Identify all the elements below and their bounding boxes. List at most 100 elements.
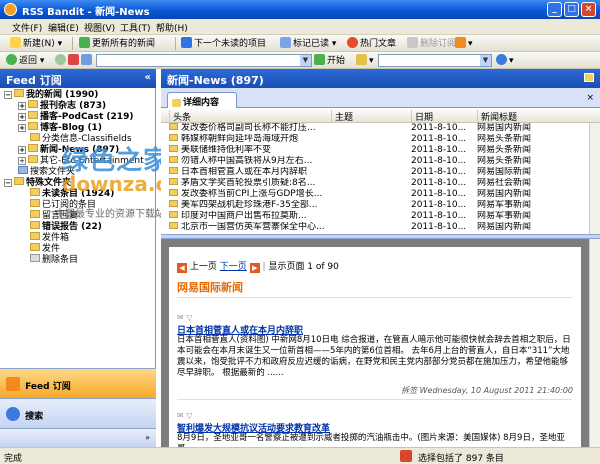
- news-item-icon: [169, 211, 178, 218]
- table-row[interactable]: 北京市一国营仿英军营寨保全中心... 2011-8-10... 网易国内新闻: [161, 222, 589, 233]
- collapse-toggle-icon[interactable]: −: [4, 91, 12, 99]
- tree-item[interactable]: 发件: [30, 243, 60, 254]
- tree-item[interactable]: + 报刊杂志 (873): [18, 100, 106, 111]
- news-item-icon: [169, 145, 178, 152]
- mark-read-button[interactable]: 标记已读 ▾: [280, 37, 336, 50]
- table-cell: 北京市一国营仿英军营寨保全中心...: [169, 222, 331, 233]
- news-panel: 新闻-News (897) 详细内容 × 头条 主题 日期 新闻标题 发改委价格…: [161, 69, 600, 447]
- expand-toggle-icon[interactable]: +: [18, 113, 26, 121]
- maximize-button[interactable]: □: [564, 2, 579, 17]
- search-engine-button[interactable]: ▾: [356, 54, 374, 67]
- forward-arrow-icon: [55, 54, 66, 65]
- minimize-button[interactable]: _: [547, 2, 562, 17]
- next-unread-button[interactable]: 下一个未读的项目: [181, 37, 266, 50]
- table-cell: 日本首相菅直人或在本月内辞职: [169, 167, 331, 178]
- column-date[interactable]: 日期: [411, 110, 477, 123]
- menu-tools[interactable]: 工具(T): [120, 21, 151, 34]
- close-button[interactable]: ×: [581, 2, 596, 17]
- chevron-down-icon[interactable]: »: [145, 433, 150, 442]
- back-button[interactable]: 返回 ▾: [6, 54, 44, 67]
- item-flag-icons[interactable]: ✉ ▽: [177, 411, 192, 420]
- chevron-down-icon[interactable]: ▼: [300, 55, 311, 66]
- news-item-icon: [169, 156, 178, 163]
- menu-file[interactable]: 文件(F): [12, 21, 42, 34]
- table-row[interactable]: 发改委称当前CPI上涨与GDP增长... 2011-8-10... 网易国内新闻: [161, 189, 589, 200]
- go-button[interactable]: 开始: [314, 54, 345, 67]
- table-row[interactable]: 勿错人称中国高铁将从9月左右... 2011-8-10... 网易头条新闻: [161, 156, 589, 167]
- menu-help[interactable]: 帮助(H): [156, 21, 188, 34]
- toolbar-separator: [175, 37, 176, 50]
- url-input[interactable]: ▼: [96, 54, 312, 67]
- news-list: 发改委价格司副司长称不能打压... 2011-8-10... 网易国内新闻 韩媒称朝鲜…: [161, 123, 600, 234]
- tree-item[interactable]: 发件箱: [30, 232, 69, 243]
- table-cell: 茅盾文学奖首轮投票引质疑:8名...: [169, 178, 331, 189]
- reader-scrollbar[interactable]: [589, 239, 600, 447]
- column-headline[interactable]: 头条: [169, 110, 331, 123]
- tab-close-icon[interactable]: ×: [586, 93, 594, 103]
- search-folder-icon: [18, 166, 28, 174]
- news-item-icon: [169, 178, 178, 185]
- item-flag-icons[interactable]: ✉ ▽: [177, 313, 192, 322]
- table-cell: 网易国内新闻: [477, 123, 532, 133]
- nav-options-bar[interactable]: »: [0, 428, 156, 447]
- expand-toggle-icon[interactable]: +: [18, 146, 26, 154]
- trash-icon: [30, 254, 40, 262]
- tree-item[interactable]: + 博客-Blog (1): [18, 122, 102, 133]
- expand-toggle-icon[interactable]: +: [18, 102, 26, 110]
- expand-toggle-icon[interactable]: +: [18, 124, 26, 132]
- table-cell: 网易头条新闻: [477, 156, 532, 166]
- refresh-all-button[interactable]: 更新所有的新闻: [79, 37, 155, 50]
- tree-item[interactable]: + 播客-PodCast (219): [18, 111, 133, 122]
- web-search-button[interactable]: ▾: [496, 54, 514, 67]
- forward-button[interactable]: [55, 54, 68, 67]
- table-row[interactable]: 发改委价格司副司长称不能打压... 2011-8-10... 网易国内新闻: [161, 123, 589, 134]
- news-item-icon: [169, 123, 178, 130]
- tree-item[interactable]: − 特殊文件夹: [4, 177, 71, 188]
- search-engine-icon: [356, 54, 367, 65]
- table-cell: 印度对中国商户出售布拉莫斯...: [169, 211, 331, 222]
- table-cell: 2011-8-10...: [411, 134, 467, 144]
- tree-item[interactable]: 删除条目: [30, 254, 78, 265]
- next-page-link[interactable]: 下一页: [220, 262, 247, 272]
- collapse-icon[interactable]: «: [145, 72, 151, 83]
- prev-page-link[interactable]: 上一页: [190, 262, 217, 272]
- table-cell: 2011-8-10...: [411, 222, 467, 232]
- tree-item[interactable]: 错误报告 (22): [30, 221, 102, 232]
- table-cell: 网易社会新闻: [477, 178, 532, 188]
- nav-feed-subscriptions[interactable]: Feed 订阅: [0, 368, 156, 398]
- column-subject[interactable]: 主题: [331, 110, 411, 123]
- rss-button[interactable]: ▾: [455, 37, 473, 50]
- table-row[interactable]: 日本首相菅直人或在本月内辞职 2011-8-10... 网易国际新闻: [161, 167, 589, 178]
- next-page-icon[interactable]: ▶: [249, 263, 260, 273]
- tree-item[interactable]: − 我的新闻 (1990): [4, 89, 98, 100]
- hot-articles-button[interactable]: 热门文章: [347, 37, 396, 50]
- menu-edit[interactable]: 编辑(E): [48, 21, 79, 34]
- tab-details[interactable]: 详细内容: [167, 92, 237, 108]
- folder-icon: [30, 133, 40, 141]
- search-input[interactable]: ▼: [378, 54, 492, 67]
- table-row[interactable]: 茅盾文学奖首轮投票引质疑:8名... 2011-8-10... 网易社会新闻: [161, 178, 589, 189]
- column-feed-title[interactable]: 新闻标题: [477, 110, 589, 123]
- go-icon: [314, 54, 325, 65]
- home-button[interactable]: [81, 54, 94, 67]
- folder-icon[interactable]: [584, 73, 594, 82]
- table-row[interactable]: 韩媒称朝鲜向延坪岛海域开炮 2011-8-10... 网易头条新闻: [161, 134, 589, 145]
- new-button[interactable]: 新建(N) ▾: [10, 37, 62, 50]
- feed-title[interactable]: 网易国际新闻: [177, 279, 243, 295]
- delete-feed-button[interactable]: 删除订阅: [407, 37, 456, 50]
- hot-icon: [347, 37, 358, 48]
- stop-button[interactable]: [68, 54, 81, 67]
- status-text: 完成: [4, 454, 23, 464]
- prev-page-icon[interactable]: ◀: [177, 263, 187, 273]
- table-row[interactable]: 美联储维持低利率不变 2011-8-10... 网易头条新闻: [161, 145, 589, 156]
- table-row[interactable]: 美军四架战机赴珍珠港F-35全部... 2011-8-10... 网易军事新闻: [161, 200, 589, 211]
- chevron-down-icon[interactable]: ▼: [480, 55, 491, 66]
- menu-view[interactable]: 视图(V): [84, 21, 115, 34]
- news-panel-header: 新闻-News (897): [161, 69, 600, 88]
- expand-toggle-icon[interactable]: +: [18, 157, 26, 165]
- nav-search[interactable]: 搜索: [0, 398, 156, 428]
- collapse-toggle-icon[interactable]: −: [4, 179, 12, 187]
- list-scrollbar[interactable]: [589, 123, 600, 234]
- table-row[interactable]: 印度对中国商户出售布拉莫斯... 2011-8-10... 网易军事新闻: [161, 211, 589, 222]
- table-cell: 发改委称当前CPI上涨与GDP增长...: [169, 189, 331, 200]
